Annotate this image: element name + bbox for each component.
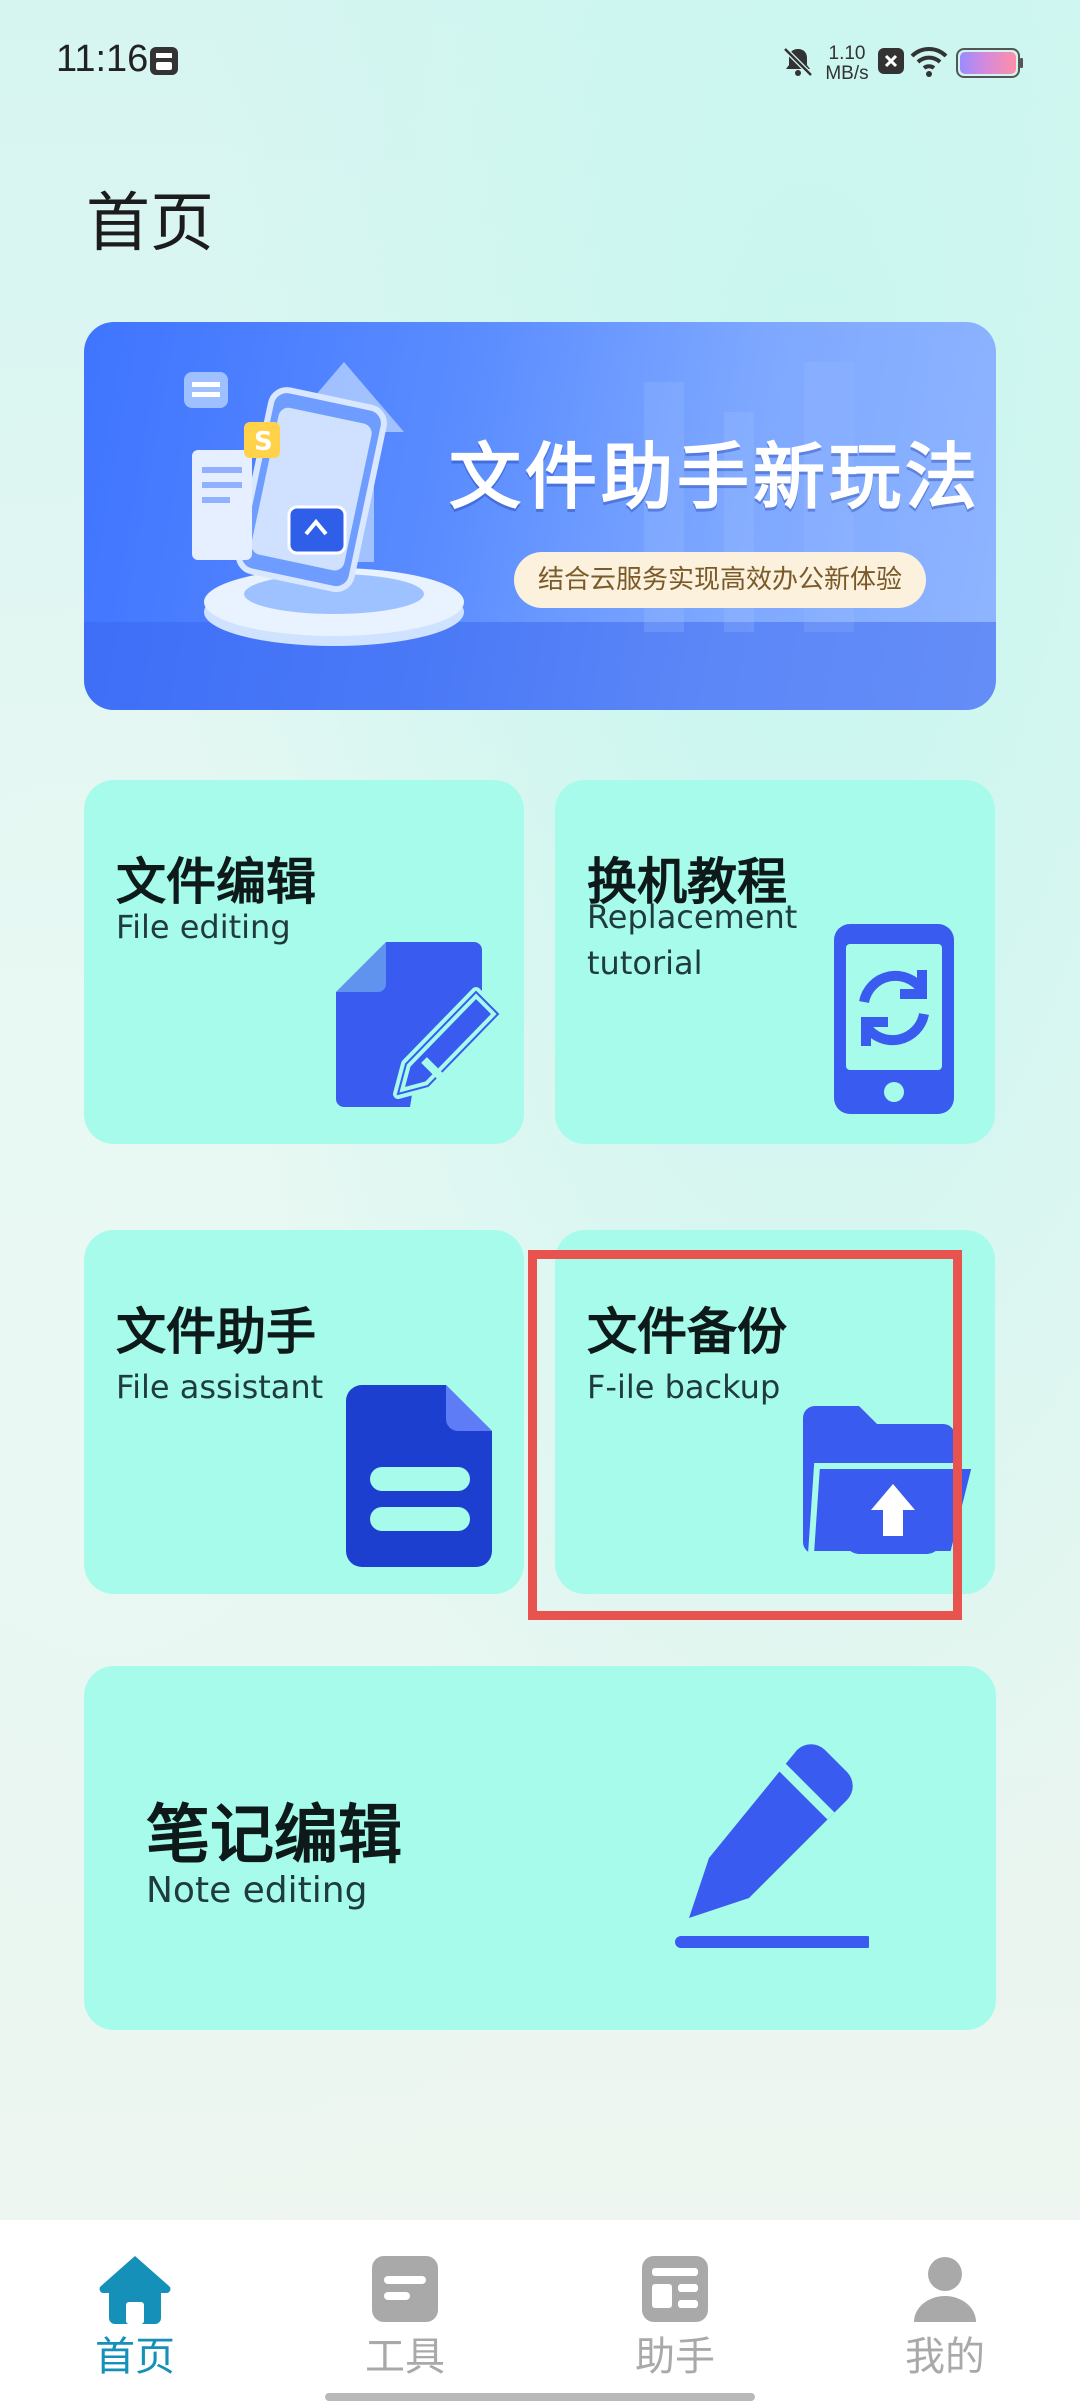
file-editing-card[interactable]: 文件编辑 File editing [84, 780, 524, 1144]
page-title: 首页 [86, 187, 214, 261]
phone-sync-icon [834, 924, 954, 1114]
status-time: 11:16 [56, 38, 149, 80]
note-editing-subtitle: Note editing [146, 1870, 368, 1911]
mute-bell-icon [783, 47, 813, 77]
document-edit-icon [336, 942, 503, 1107]
file-editing-subtitle: File editing [116, 908, 291, 946]
battery-icon [956, 48, 1023, 78]
note-editing-card[interactable]: 笔记编辑 Note editing [84, 1666, 996, 2030]
replacement-tutorial-subtitle: Replacement tutorial [587, 894, 797, 986]
home-indicator[interactable] [325, 2393, 755, 2401]
net-speed-unit: MB/s [825, 63, 869, 84]
net-speed-value: 1.10 [828, 43, 866, 64]
banner-title: 文件助手新玩法 [449, 435, 982, 519]
tools-icon [372, 2256, 438, 2322]
status-bar: 11:16 1.10 MB/s [0, 0, 1080, 126]
tab-tools-label: 工具 [365, 2334, 445, 2380]
file-assistant-subtitle: File assistant [116, 1368, 324, 1406]
profile-icon [914, 2257, 976, 2322]
net-speed: 1.10 MB/s [822, 44, 872, 84]
tab-profile[interactable]: 我的 [810, 2220, 1080, 2408]
tab-assistant-label: 助手 [635, 2334, 715, 2380]
pencil-icon [675, 1744, 869, 1948]
close-box-icon [878, 48, 904, 74]
svg-text:S: S [254, 427, 273, 457]
tab-assistant[interactable]: 助手 [540, 2220, 810, 2408]
replacement-tutorial-card[interactable]: 换机教程 Replacement tutorial [555, 780, 995, 1144]
file-assistant-title: 文件助手 [116, 1303, 316, 1361]
bottom-tab-bar: 首页 工具 助手 我的 [0, 2220, 1080, 2408]
file-assistant-card[interactable]: 文件助手 File assistant [84, 1230, 524, 1594]
promo-banner[interactable]: S 文件助手新玩法 结合云服务实现高效办公新体验 [84, 322, 996, 710]
replacement-tutorial-subtitle-line1: Replacement [587, 898, 798, 936]
wifi-icon [910, 46, 948, 77]
storage-icon [150, 47, 178, 75]
home-icon [99, 2256, 171, 2324]
tab-home-label: 首页 [95, 2334, 175, 2380]
replacement-tutorial-subtitle-line2: tutorial [587, 944, 703, 982]
tab-profile-label: 我的 [905, 2334, 985, 2380]
tab-tools[interactable]: 工具 [270, 2220, 540, 2408]
document-icon [346, 1385, 492, 1567]
tab-home[interactable]: 首页 [0, 2220, 270, 2408]
banner-subtitle: 结合云服务实现高效办公新体验 [514, 552, 927, 608]
selection-highlight [528, 1250, 962, 1620]
assistant-icon [642, 2256, 708, 2322]
note-editing-title: 笔记编辑 [146, 1799, 402, 1873]
